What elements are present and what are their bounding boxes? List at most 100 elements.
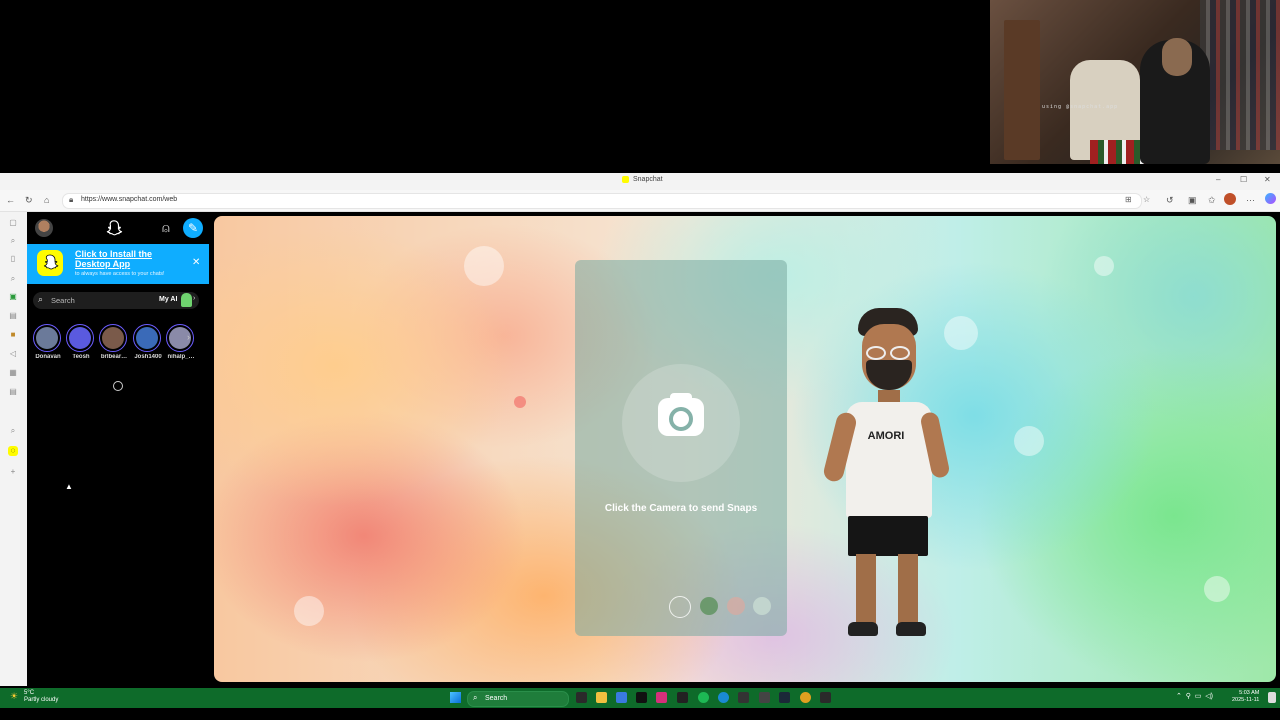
tools2-icon[interactable]: ⌕ [8, 426, 18, 436]
banner-close-icon[interactable]: ✕ [192, 257, 200, 268]
story-name: Teosh [72, 354, 90, 360]
sheet-icon[interactable]: ▤ [8, 387, 18, 397]
more-menu-icon[interactable]: ··· [1246, 194, 1255, 206]
taskbar-search-label: Search [485, 695, 508, 702]
snapchat-app-icon[interactable]: ◌ [8, 446, 18, 456]
banner-subtitle: to always have access to your chats! [75, 271, 165, 277]
story-name: brlbear… [100, 354, 128, 360]
story-name: Donavan [35, 354, 61, 360]
weather-widget[interactable]: 5°C Partly cloudy [24, 690, 58, 704]
close-window-icon[interactable]: ✕ [1264, 175, 1271, 184]
lens-option[interactable] [727, 597, 745, 615]
tab-title: Snapchat [633, 176, 663, 183]
snapchat-ghost-icon[interactable] [105, 219, 123, 237]
lock-icon: 🔒︎ [69, 195, 74, 204]
capture-lens-button[interactable] [669, 596, 691, 618]
snapchat-favicon-icon [622, 176, 629, 183]
favorite-star-icon[interactable]: ☆ [1143, 195, 1150, 204]
search-icon[interactable]: ⌕ [8, 236, 18, 246]
windows-start-icon[interactable] [450, 692, 461, 703]
minimize-icon[interactable]: – [1216, 175, 1220, 184]
weather-icon[interactable]: ☀ [10, 691, 18, 702]
new-chat-button[interactable]: ✎ [183, 218, 203, 238]
notifications-icon[interactable] [1268, 692, 1276, 703]
banner-title[interactable]: Click to Install the Desktop App [75, 249, 187, 269]
lens-option[interactable] [700, 597, 718, 615]
clock-date: 2025-11-11 [1232, 697, 1260, 703]
app-icon[interactable] [820, 692, 831, 703]
story-item[interactable]: Josh1400 [133, 324, 163, 360]
story-name: nihalp_… [167, 354, 195, 360]
maximize-icon[interactable]: ☐ [1240, 175, 1247, 184]
chrome-icon[interactable] [800, 692, 811, 703]
snap-camera-panel: Click the Camera to send Snaps [575, 260, 787, 636]
story-avatar [36, 327, 58, 349]
task-view-icon[interactable] [576, 692, 587, 703]
app-available-icon[interactable]: ⊞ [1125, 195, 1132, 204]
refresh-icon[interactable]: ↻ [25, 194, 33, 206]
tools-icon[interactable]: ⌕ [8, 274, 18, 284]
sidebar-header: ⍝ ✎ [27, 212, 211, 244]
story-item[interactable]: Donavan [33, 324, 63, 360]
chevron-right-icon: › [193, 295, 196, 302]
speaker-icon[interactable]: ◁ [8, 349, 18, 359]
tiktok-icon[interactable] [636, 692, 647, 703]
webcam-overlay: using @snapchat.app [990, 0, 1280, 164]
browser-toolbar: ← ↻ ⌂ 🔒︎ https://www.snapchat.com/web ⊞ … [0, 190, 1280, 212]
shirt-text: AMORI [867, 430, 905, 442]
add-friend-icon[interactable]: ⍝ [162, 220, 170, 236]
mouse-cursor-icon: ▲ [65, 482, 73, 491]
app-icon[interactable] [738, 692, 749, 703]
copilot-icon[interactable] [1265, 193, 1276, 204]
story-item[interactable]: nihalp_… [166, 324, 196, 360]
taskbar: ☀ 5°C Partly cloudy ⌕ Search ⌃ ⚲ ▭ ◁) 5:… [0, 688, 1280, 708]
edge-icon[interactable] [718, 692, 729, 703]
snapchat-logo-icon [37, 250, 63, 276]
address-bar[interactable]: 🔒︎ https://www.snapchat.com/web ⊞ ☆ [62, 193, 1150, 209]
app-icon[interactable] [759, 692, 770, 703]
search-field[interactable]: ⌕ Search My AI › [33, 292, 199, 309]
tab-actions-icon[interactable]: ▢ [8, 218, 18, 228]
lens-option[interactable] [753, 597, 771, 615]
install-app-banner[interactable]: Click to Install the Desktop App to alwa… [27, 244, 209, 284]
story-item[interactable]: Teosh [66, 324, 96, 360]
search-icon: ⌕ [38, 294, 44, 304]
story-avatar [69, 327, 91, 349]
home-icon[interactable]: ⌂ [44, 194, 49, 206]
add-app-icon[interactable]: + [8, 467, 18, 477]
stream-overlay-text: using @snapchat.app [1042, 104, 1119, 110]
steam-icon[interactable] [779, 692, 790, 703]
clock[interactable]: 5:03 AM 2025-11-11 [1232, 690, 1259, 704]
profile-icon[interactable] [1224, 193, 1236, 205]
app-icon[interactable] [677, 692, 688, 703]
system-tray[interactable]: ⌃ ⚲ ▭ ◁) [1176, 692, 1213, 700]
search-icon: ⌕ [473, 693, 478, 702]
instagram-icon[interactable] [656, 692, 667, 703]
split-screen-icon[interactable]: ▣ [1188, 194, 1197, 206]
loading-spinner-icon [113, 381, 123, 391]
my-ai-label: My AI [159, 296, 178, 303]
extensions-icon[interactable]: ↺ [1166, 194, 1174, 206]
games-icon[interactable]: ▣ [8, 292, 18, 302]
url-text: https://www.snapchat.com/web [81, 196, 178, 203]
camera-button[interactable] [622, 364, 740, 482]
story-avatar [136, 327, 158, 349]
camera-view: Click the Camera to send Snaps AMORI [214, 216, 1276, 682]
favorites-icon[interactable]: ✩ [1208, 194, 1216, 206]
back-icon[interactable]: ← [6, 194, 15, 206]
file-explorer-icon[interactable] [596, 692, 607, 703]
weather-temp: 5°C [24, 690, 35, 696]
my-ai-button[interactable]: My AI › [157, 293, 197, 308]
story-name: Josh1400 [134, 354, 162, 360]
story-item[interactable]: brlbear… [99, 324, 129, 360]
stories-next-icon[interactable]: › [187, 332, 190, 342]
outlook-icon[interactable]: ▦ [8, 368, 18, 378]
profile-avatar[interactable] [35, 219, 53, 237]
spotify-icon[interactable] [698, 692, 709, 703]
drop-icon[interactable]: ▤ [8, 311, 18, 321]
office-icon[interactable]: ■ [8, 330, 18, 340]
taskbar-search[interactable]: ⌕ Search [467, 691, 569, 707]
story-avatar [102, 327, 124, 349]
shopping-icon[interactable]: ▯ [8, 254, 18, 264]
teams-icon[interactable] [616, 692, 627, 703]
